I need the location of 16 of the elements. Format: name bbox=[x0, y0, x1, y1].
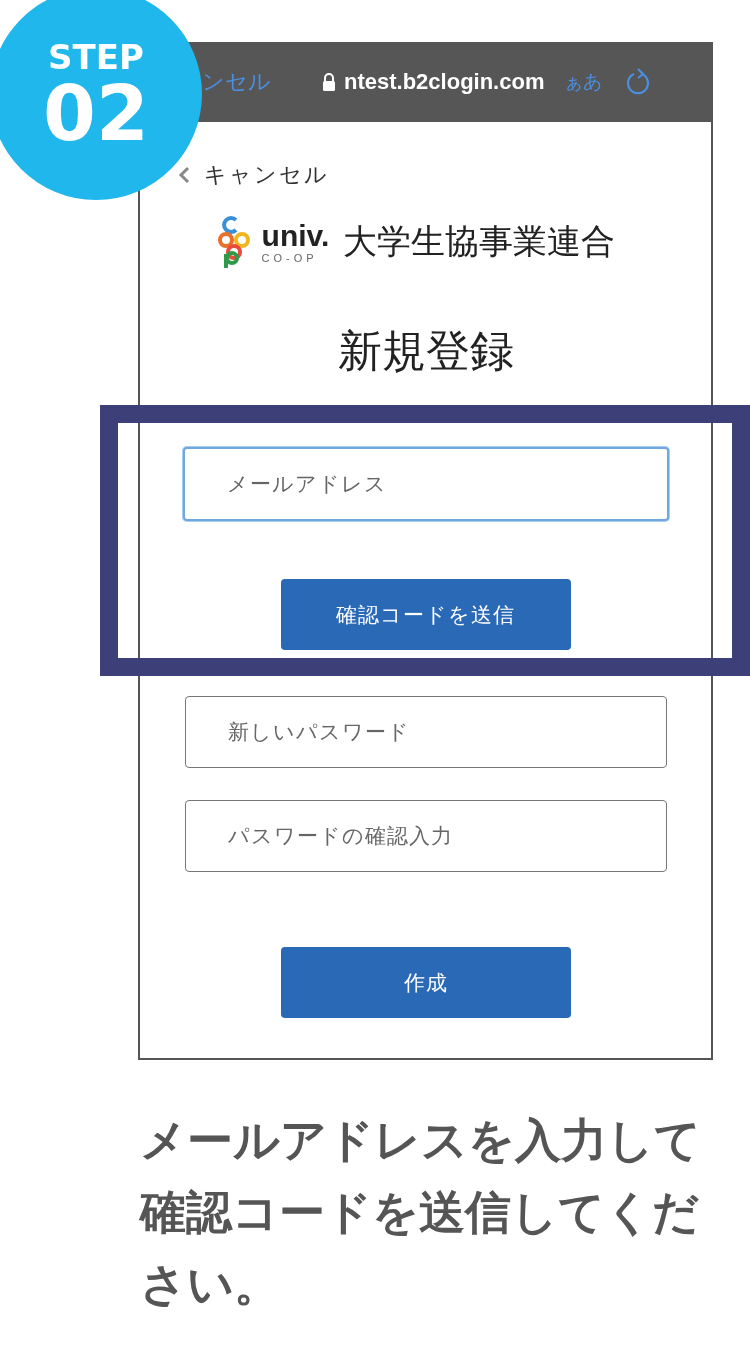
submit-button[interactable]: 確認コードを送信 bbox=[280, 579, 571, 650]
input-field[interactable]: 新しいパスワード bbox=[184, 696, 667, 768]
logo-wordmark: univ. bbox=[261, 220, 330, 251]
input-field[interactable]: パスワードの確認入力 bbox=[184, 800, 667, 872]
step-number: 02 bbox=[43, 76, 149, 152]
logo-subtext: CO-OP bbox=[261, 252, 318, 264]
step-label: STEP bbox=[48, 40, 144, 74]
organization-name: 大学生協事業連合 bbox=[343, 220, 616, 263]
input-field[interactable]: メールアドレス bbox=[182, 447, 669, 521]
instruction-text: メールアドレスを入力して確認コードを送信してください。 bbox=[140, 1112, 702, 1313]
back-link[interactable]: キャンセル bbox=[204, 160, 329, 190]
lock-icon bbox=[322, 72, 336, 92]
chevron-left-icon bbox=[178, 166, 190, 184]
page-title: 新規登録 bbox=[337, 324, 514, 378]
submit-button[interactable]: 作成 bbox=[280, 947, 571, 1018]
url-text[interactable]: ntest.b2clogin.com bbox=[344, 69, 545, 95]
